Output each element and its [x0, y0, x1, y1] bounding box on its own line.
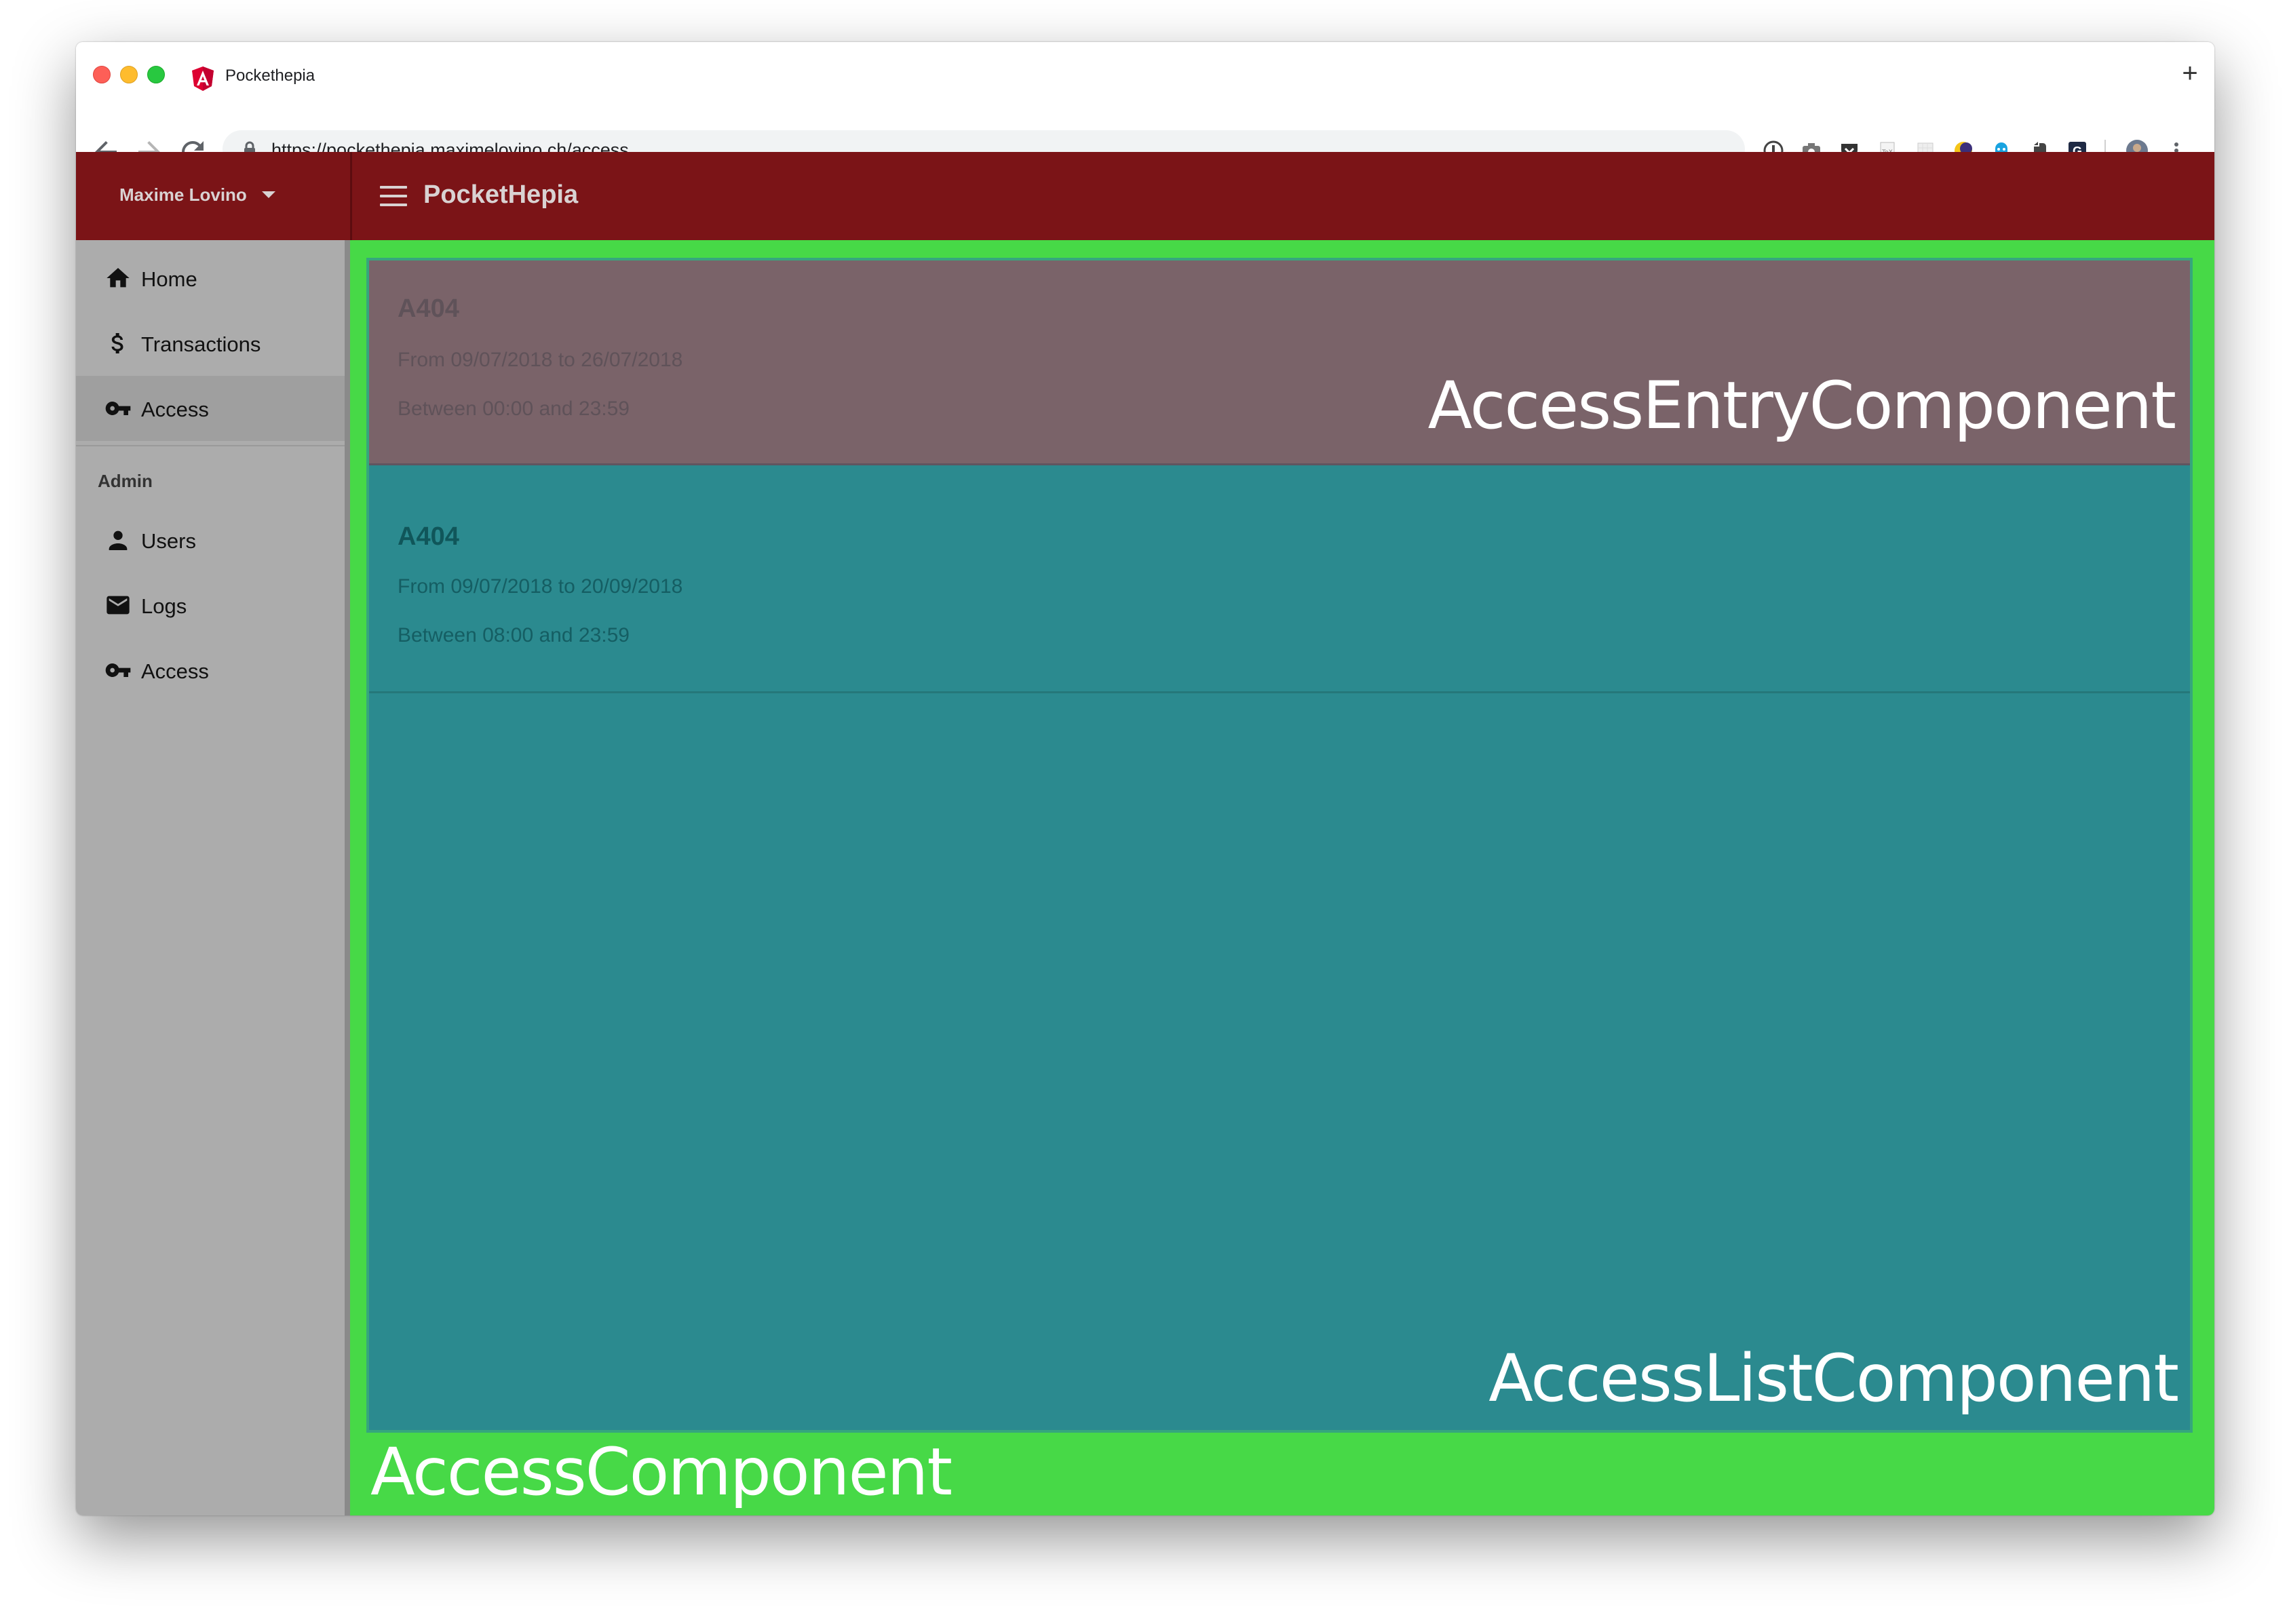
- sidebar-item-logs[interactable]: Logs: [76, 573, 345, 638]
- person-icon: [103, 526, 133, 554]
- entry-hours: Between 08:00 and 23:59: [398, 624, 630, 646]
- key-icon: [103, 395, 133, 422]
- entry-room: A404: [398, 294, 459, 323]
- sidebar-section-admin: Admin: [98, 471, 153, 491]
- caret-down-icon[interactable]: [262, 191, 275, 198]
- sidebar-item-label: Home: [141, 267, 197, 291]
- app-title: PocketHepia: [423, 180, 579, 209]
- access-list-component: A404 From 09/07/2018 to 26/07/2018 Betwe…: [366, 258, 2193, 1433]
- angular-icon: [191, 66, 214, 92]
- entry-hours: Between 00:00 and 23:59: [398, 398, 630, 420]
- access-entry[interactable]: A404 From 09/07/2018 to 20/09/2018 Betwe…: [369, 465, 2190, 693]
- sidebar-item-label: Access: [141, 398, 209, 421]
- sidebar-item-label: Transactions: [141, 332, 261, 356]
- sidebar-divider: [76, 445, 345, 446]
- sidebar-item-transactions[interactable]: Transactions: [76, 311, 345, 376]
- sidebar-item-label: Access: [141, 659, 209, 683]
- key-icon: [103, 657, 133, 684]
- browser-window: Pockethepia + https://pockethepia.maxime…: [76, 42, 2214, 1515]
- tab-title[interactable]: Pockethepia: [225, 66, 315, 85]
- entry-room: A404: [398, 522, 459, 551]
- sidebar-item-admin-access[interactable]: Access: [76, 638, 345, 703]
- sidebar-item-access[interactable]: Access: [76, 376, 345, 441]
- user-menu[interactable]: Maxime Lovino: [76, 152, 352, 240]
- sidebar: Home Transactions Access Admin Users Log…: [76, 240, 350, 1515]
- access-list-component-label: AccessListComponent: [1488, 1340, 2179, 1416]
- sidebar-item-label: Users: [141, 529, 196, 553]
- access-component: A404 From 09/07/2018 to 26/07/2018 Betwe…: [350, 240, 2214, 1515]
- sidebar-item-users[interactable]: Users: [76, 507, 345, 573]
- entry-dates: From 09/07/2018 to 26/07/2018: [398, 349, 683, 371]
- minimize-window-button[interactable]: [120, 66, 138, 83]
- home-icon: [103, 265, 133, 292]
- app-bar: Maxime Lovino PocketHepia: [76, 152, 2214, 240]
- dollar-icon: [103, 330, 133, 357]
- pockethepia-app: Maxime Lovino PocketHepia Home Transacti…: [76, 152, 2214, 1515]
- access-entry[interactable]: A404 From 09/07/2018 to 26/07/2018 Betwe…: [369, 260, 2190, 465]
- tab-strip: Pockethepia +: [76, 42, 2214, 110]
- access-entry-component-label: AccessEntryComponent: [1427, 368, 2176, 444]
- user-name[interactable]: Maxime Lovino: [119, 185, 247, 206]
- entry-dates: From 09/07/2018 to 20/09/2018: [398, 575, 683, 598]
- close-window-button[interactable]: [93, 66, 111, 83]
- zoom-window-button[interactable]: [147, 66, 165, 83]
- menu-icon[interactable]: [380, 186, 407, 206]
- mail-icon: [103, 592, 133, 619]
- new-tab-button[interactable]: +: [2174, 57, 2206, 90]
- sidebar-item-label: Logs: [141, 594, 187, 618]
- sidebar-item-home[interactable]: Home: [76, 246, 345, 311]
- access-component-label: AccessComponent: [370, 1434, 953, 1510]
